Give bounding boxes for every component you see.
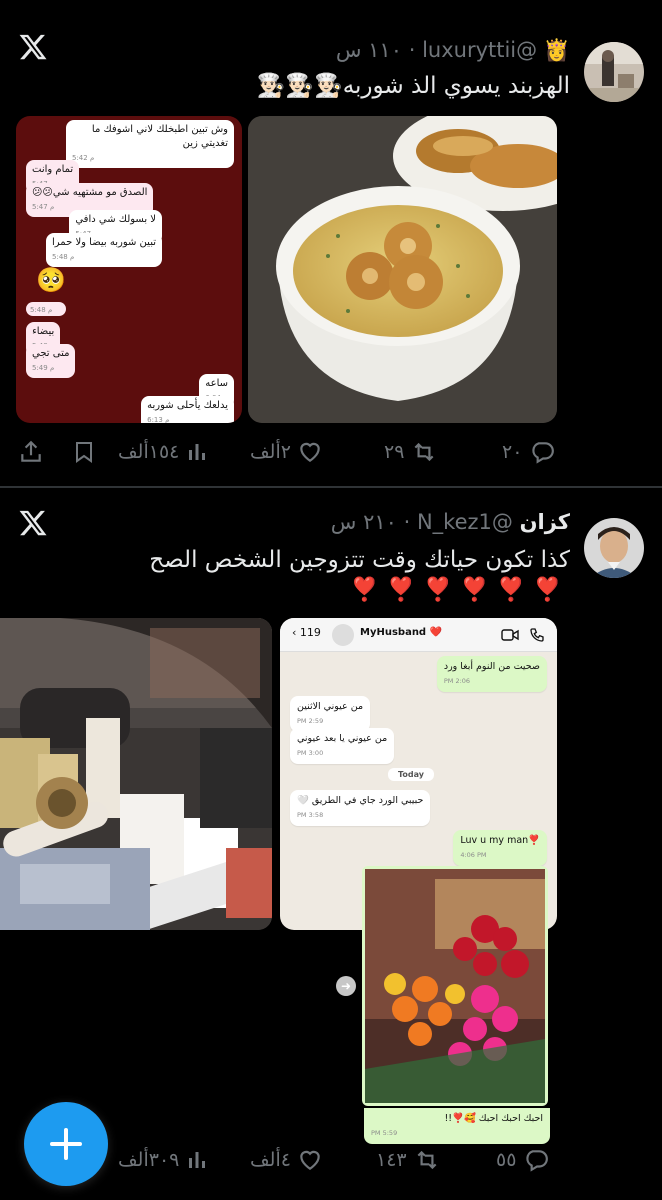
user-handle[interactable]: @luxuryttii — [422, 38, 537, 62]
views-icon — [189, 1152, 206, 1168]
reply-button[interactable]: ٥٥ — [496, 1140, 550, 1180]
display-name[interactable]: كزان — [520, 510, 570, 534]
avatar[interactable] — [584, 42, 644, 102]
video-call-icon[interactable] — [501, 628, 519, 642]
back-button[interactable]: ‹ 119 — [292, 626, 321, 639]
message-bubble: Luv u my man❣️ 4:06 PM — [453, 830, 547, 866]
retweet-button[interactable]: ٢٩ — [384, 432, 438, 472]
chat-bubble: تبين شوربه بيضا ولا حمرا 5:48 م — [46, 233, 162, 267]
chat-screenshot[interactable]: وش تبين اطبخلك لاني اشوفك ما تغديتي زين … — [16, 116, 242, 423]
retweets-count: ١٤٣ — [376, 1149, 407, 1171]
heart-icon — [300, 1150, 320, 1170]
retweet-icon — [414, 442, 434, 462]
views-button[interactable]: ٣٠٩ألف — [118, 1140, 209, 1180]
chat-bubble: وش تبين اطبخلك لاني اشوفك ما تغديتي زين … — [66, 120, 234, 168]
chat-bubble: يدلعك يأحلى شوربه 6:13 م — [141, 396, 234, 423]
timestamp[interactable]: ٢١٠ س — [331, 510, 397, 534]
message-bubble: من عيوني يا بعد عيوني 3:00 PM — [290, 728, 395, 764]
emoji-message: 🥺 — [36, 266, 66, 294]
retweet-icon — [417, 1150, 437, 1170]
x-logo-icon — [19, 34, 47, 60]
chat-bubble: 5:48 م — [26, 302, 66, 316]
like-button[interactable]: ٤ألف — [250, 1140, 323, 1180]
bookmark-icon — [76, 442, 92, 463]
tweet-header: كزان @N_kez1 · ٢١٠ س — [330, 510, 570, 534]
replies-count: ٢٠ — [502, 441, 523, 463]
like-button[interactable]: ٢ألف — [250, 432, 323, 472]
chat-header: ‹ 119 MyHusband ❤️ — [280, 618, 557, 652]
tweet-header: 👸 @luxuryttii · ١١٠ س — [335, 38, 570, 62]
retweet-button[interactable]: ١٤٣ — [376, 1140, 441, 1180]
likes-count: ٤ألف — [250, 1149, 291, 1171]
hearts-emoji: ❣️❣️❣️❣️❣️❣️ — [350, 577, 570, 603]
reply-icon — [526, 1150, 549, 1172]
timestamp[interactable]: ١١٠ س — [336, 38, 402, 62]
tweet[interactable]: كزان @N_kez1 · ٢١٠ س كذا تكون حياتك وقت … — [0, 488, 662, 1200]
vanity-photo[interactable] — [0, 618, 272, 930]
share-button[interactable] — [18, 432, 44, 472]
reply-button[interactable]: ٢٠ — [502, 432, 556, 472]
verified-emoji: 👸 — [543, 38, 570, 62]
views-count: ١٥٤ألف — [118, 441, 180, 463]
unread-count: 119 — [299, 626, 321, 639]
replies-count: ٥٥ — [496, 1149, 517, 1171]
chat-bubble: متى تجي 5:49 م — [26, 344, 76, 378]
tweet-actions: ١٥٤ألف ٢ألف ٢٩ ٢٠ — [0, 432, 662, 472]
soup-photo[interactable] — [248, 116, 557, 423]
tweet-text: الهزبند يسوي الذ شوربه👨🏻‍🍳👨🏻‍🍳👨🏻‍🍳 — [256, 73, 570, 99]
contact-avatar[interactable] — [332, 624, 354, 646]
views-icon — [189, 444, 206, 460]
message-bubble: صحيت من النوم أبغا ورد 2:06 PM — [436, 656, 547, 692]
bookmark-button[interactable] — [72, 432, 96, 472]
heart-icon — [300, 442, 320, 462]
likes-count: ٢ألف — [250, 441, 291, 463]
flower-photo[interactable] — [362, 866, 548, 1106]
message-bubble: احبك احبك احبك 🥰❣️!! 5:59 PM — [364, 1108, 550, 1144]
views-count: ٣٠٩ألف — [118, 1149, 180, 1171]
phone-icon[interactable] — [529, 627, 545, 643]
share-icon — [21, 440, 41, 462]
user-handle[interactable]: @N_kez1 — [417, 510, 513, 534]
tweet-text: كذا تكون حياتك وقت تتزوجين الشخص الصح — [149, 547, 570, 573]
message-bubble: من عيوني الاثنين 2:59 PM — [290, 696, 371, 732]
date-divider: Today — [388, 768, 434, 781]
message-bubble: حبيبي الورد جاي في الطريق 🤍 3:58 PM — [290, 790, 431, 826]
contact-name[interactable]: MyHusband ❤️ — [360, 627, 442, 638]
views-button[interactable]: ١٥٤ألف — [118, 432, 209, 472]
x-logo-icon — [19, 510, 47, 536]
compose-button[interactable] — [24, 1102, 108, 1186]
forward-icon[interactable]: ➜ — [336, 976, 356, 996]
avatar[interactable] — [584, 518, 644, 578]
retweets-count: ٢٩ — [384, 441, 405, 463]
plus-icon — [50, 1128, 82, 1160]
tweet[interactable]: 👸 @luxuryttii · ١١٠ س الهزبند يسوي الذ ش… — [0, 0, 662, 486]
reply-icon — [532, 442, 555, 464]
